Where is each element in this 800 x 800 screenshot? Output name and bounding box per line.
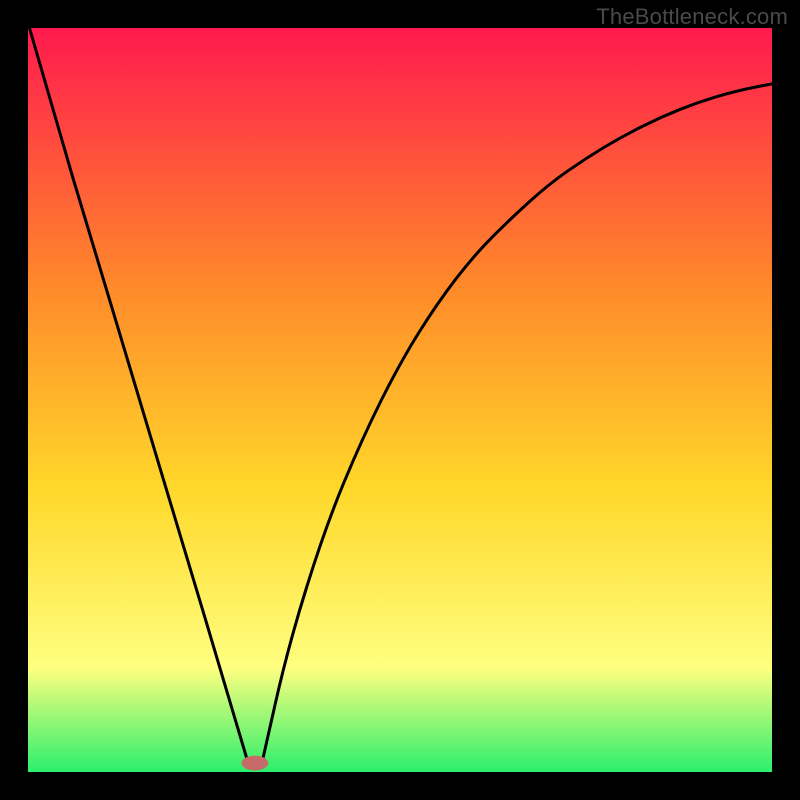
chart-svg (28, 28, 772, 772)
chart-frame: TheBottleneck.com (0, 0, 800, 800)
plot-area (28, 28, 772, 772)
watermark-text: TheBottleneck.com (596, 4, 788, 30)
minimum-marker (242, 756, 269, 771)
